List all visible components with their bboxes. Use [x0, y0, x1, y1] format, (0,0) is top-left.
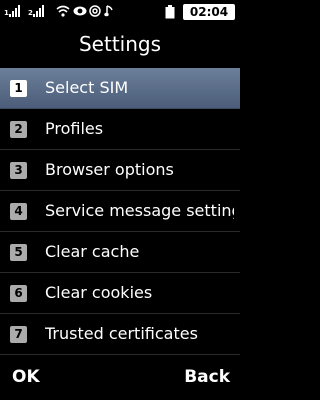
item-number-badge: 1 — [10, 80, 27, 97]
ok-softkey[interactable]: OK — [12, 366, 40, 388]
settings-list: 1 Select SIM 2 Profiles 3 Browser option… — [0, 68, 240, 355]
at-icon — [89, 5, 101, 17]
status-bar: 1 2 02:04 — [0, 0, 240, 26]
item-label: Service message settings — [45, 201, 234, 220]
list-item-clear-cookies[interactable]: 6 Clear cookies — [0, 273, 240, 314]
music-note-icon — [104, 5, 113, 17]
back-softkey[interactable]: Back — [184, 366, 230, 388]
eye-icon — [73, 6, 87, 16]
item-label: Clear cookies — [45, 283, 153, 302]
item-number-badge: 7 — [10, 326, 27, 343]
list-item-clear-cache[interactable]: 5 Clear cache — [0, 232, 240, 273]
list-item-profiles[interactable]: 2 Profiles — [0, 109, 240, 150]
list-item-trusted-certificates[interactable]: 7 Trusted certificates — [0, 314, 240, 355]
item-number-badge: 3 — [10, 162, 27, 179]
item-number-badge: 4 — [10, 203, 27, 220]
wifi-icon — [56, 5, 70, 17]
item-label: Clear cache — [45, 242, 140, 261]
battery-icon — [165, 5, 175, 19]
signal-sim2-icon: 2 — [28, 5, 44, 17]
signal-sim1-icon: 1 — [4, 5, 20, 17]
screen: 1 2 02:04 Settings 1 Select SIM 2 Profil… — [0, 0, 240, 400]
list-item-select-sim[interactable]: 1 Select SIM — [0, 68, 240, 109]
item-label: Select SIM — [45, 78, 129, 97]
item-label: Browser options — [45, 160, 174, 179]
clock: 02:04 — [183, 4, 235, 20]
item-number-badge: 2 — [10, 121, 27, 138]
page-title: Settings — [78, 32, 162, 56]
item-label: Profiles — [45, 119, 104, 138]
item-number-badge: 5 — [10, 244, 27, 261]
list-item-browser-options[interactable]: 3 Browser options — [0, 150, 240, 191]
list-item-service-message-settings[interactable]: 4 Service message settings — [0, 191, 240, 232]
item-number-badge: 6 — [10, 285, 27, 302]
item-label: Trusted certificates — [45, 324, 198, 343]
